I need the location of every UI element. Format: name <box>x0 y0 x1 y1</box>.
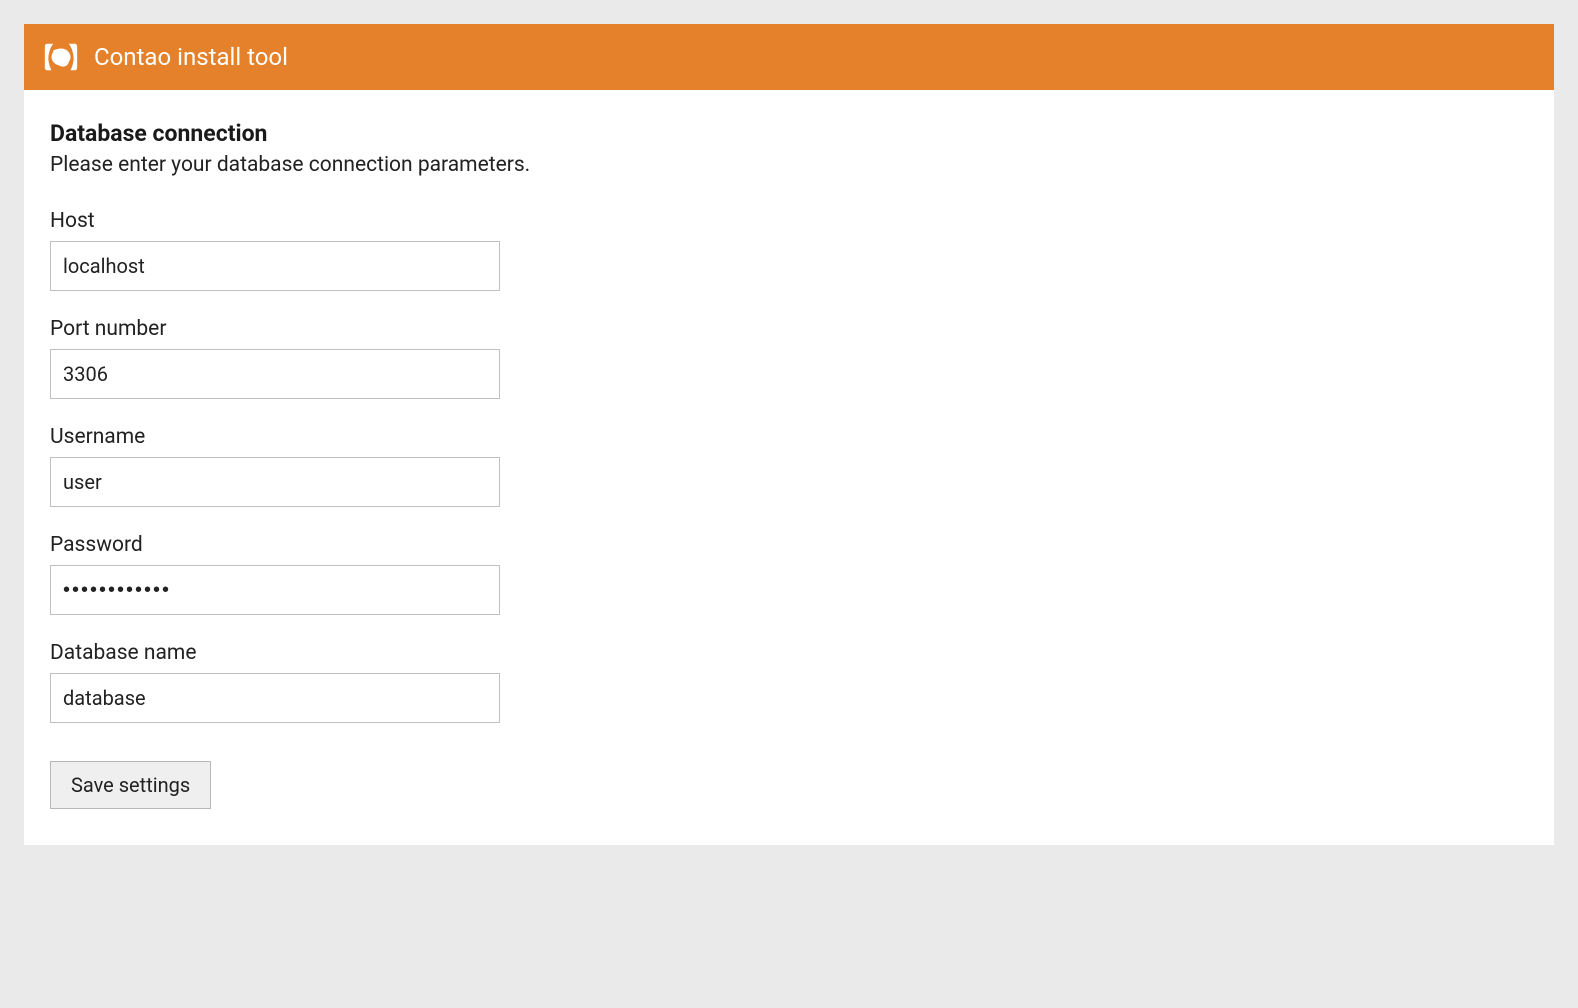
page-title: Contao install tool <box>94 43 288 71</box>
database-field-group: Database name <box>50 641 1528 723</box>
save-settings-button[interactable]: Save settings <box>50 761 211 809</box>
password-input[interactable] <box>50 565 500 615</box>
install-panel: Contao install tool Database connection … <box>24 24 1554 845</box>
database-label: Database name <box>50 641 1528 665</box>
button-row: Save settings <box>50 761 1528 809</box>
section-heading: Database connection <box>50 120 1528 147</box>
page-header: Contao install tool <box>24 24 1554 90</box>
section-description: Please enter your database connection pa… <box>50 153 1528 177</box>
password-field-group: Password <box>50 533 1528 615</box>
password-label: Password <box>50 533 1528 557</box>
contao-logo-icon <box>42 38 80 76</box>
port-label: Port number <box>50 317 1528 341</box>
host-field-group: Host <box>50 209 1528 291</box>
username-field-group: Username <box>50 425 1528 507</box>
form-content: Database connection Please enter your da… <box>24 90 1554 845</box>
host-label: Host <box>50 209 1528 233</box>
port-field-group: Port number <box>50 317 1528 399</box>
username-label: Username <box>50 425 1528 449</box>
username-input[interactable] <box>50 457 500 507</box>
database-input[interactable] <box>50 673 500 723</box>
host-input[interactable] <box>50 241 500 291</box>
port-input[interactable] <box>50 349 500 399</box>
